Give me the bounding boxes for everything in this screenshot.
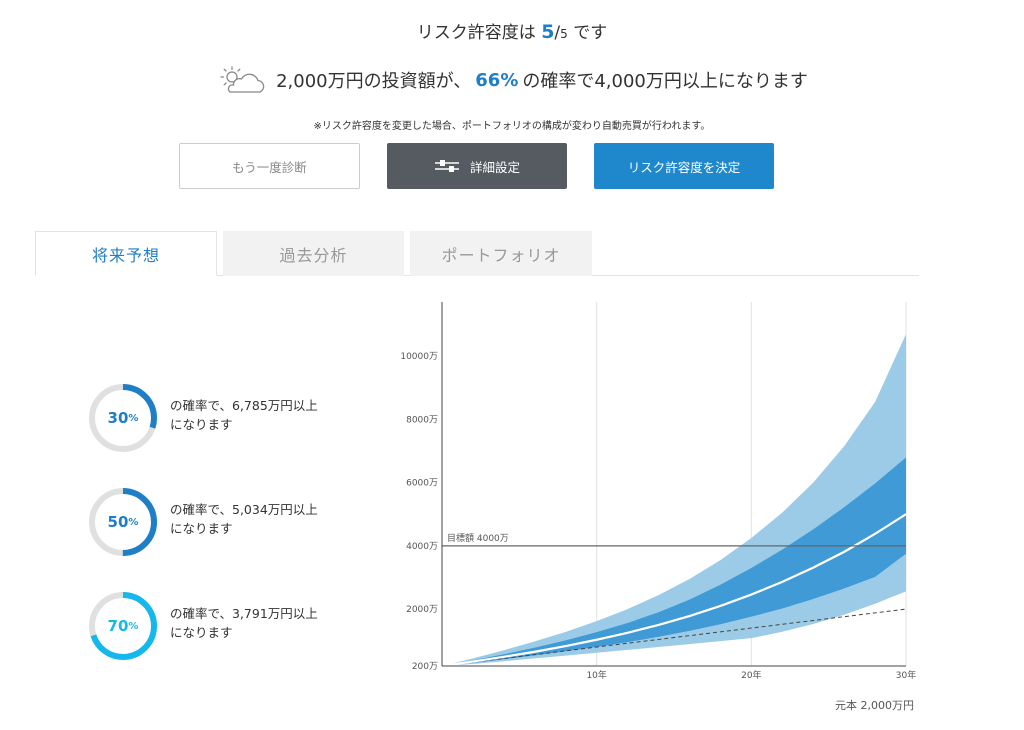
rediagnose-label: もう一度診断 bbox=[232, 159, 307, 175]
target-label: 目標額 4000万 bbox=[447, 532, 509, 544]
ring-percent-label: 70% bbox=[88, 591, 158, 661]
y-tick-label: 4000万 bbox=[406, 542, 438, 552]
ring-unit: % bbox=[128, 412, 139, 424]
risk-max: 5 bbox=[560, 27, 568, 41]
principal-footnote: 元本 2,000万円 bbox=[835, 698, 914, 712]
analysis-tabs: 将来予想 過去分析 ポートフォリオ bbox=[35, 231, 919, 276]
scenario-30: 30% の確率で、6,785万円以上 になります bbox=[88, 383, 368, 453]
scenario-line1: の確率で、3,791万円以上 bbox=[170, 606, 318, 621]
tab-portfolio[interactable]: ポートフォリオ bbox=[410, 231, 592, 276]
scenario-line2: になります bbox=[170, 417, 233, 432]
scenario-description: の確率で、6,785万円以上 になります bbox=[170, 396, 318, 434]
y-tick-label: 10000万 bbox=[400, 352, 438, 362]
scenario-line1: の確率で、6,785万円以上 bbox=[170, 398, 318, 413]
y-tick-label: 2000万 bbox=[406, 605, 438, 615]
ring-unit: % bbox=[128, 516, 139, 528]
risk-level: 5 bbox=[541, 21, 555, 43]
scenario-70: 70% の確率で、3,791万円以上 になります bbox=[88, 591, 368, 661]
y-tick-label: 6000万 bbox=[406, 479, 438, 489]
risk-prefix: リスク許容度は bbox=[416, 23, 542, 43]
y-tick-label: 8000万 bbox=[406, 415, 438, 425]
risk-tolerance-line: リスク許容度は 5/5 です bbox=[0, 18, 1024, 43]
detail-settings-label: 詳細設定 bbox=[469, 159, 520, 175]
x-tick-label: 10年 bbox=[586, 669, 606, 681]
ring-unit: % bbox=[128, 620, 139, 632]
scenario-line2: になります bbox=[170, 521, 233, 536]
y-tick-label: 200万 bbox=[412, 662, 438, 672]
partly-cloudy-icon bbox=[220, 66, 265, 93]
scenario-line1: の確率で、5,034万円以上 bbox=[170, 502, 318, 517]
decide-risk-button[interactable]: リスク許容度を決定 bbox=[594, 143, 774, 189]
forecast-chart: 目標額 4000万 200万 2000万 4000万 6000万 8000万 10000万 1… bbox=[400, 302, 916, 712]
forecast-headline: 2,000万円の投資額が、 66% の確率で4,000万円以上になります bbox=[0, 66, 1024, 94]
headline-prefix: 2,000万円の投資額が、 bbox=[276, 71, 472, 92]
tab-future-forecast[interactable]: 将来予想 bbox=[35, 231, 217, 276]
rediagnose-button[interactable]: もう一度診断 bbox=[179, 143, 360, 189]
ring-percent: 50 bbox=[107, 513, 129, 531]
risk-suffix: です bbox=[567, 23, 608, 43]
ring-percent: 70 bbox=[107, 617, 129, 635]
decide-risk-label: リスク許容度を決定 bbox=[627, 159, 741, 175]
scenario-50: 50% の確率で、5,034万円以上 になります bbox=[88, 487, 368, 557]
ring-percent: 30 bbox=[107, 409, 129, 427]
ring-percent-label: 50% bbox=[88, 487, 158, 557]
ring-percent-label: 30% bbox=[88, 383, 158, 453]
tab-past-analysis[interactable]: 過去分析 bbox=[223, 231, 404, 276]
sliders-icon bbox=[434, 160, 459, 172]
tab-future-label: 将来予想 bbox=[91, 245, 160, 265]
x-tick-label: 30年 bbox=[896, 669, 916, 681]
x-tick-label: 20年 bbox=[741, 669, 761, 681]
tab-past-label: 過去分析 bbox=[279, 245, 348, 265]
scenario-description: の確率で、3,791万円以上 になります bbox=[170, 604, 318, 642]
tab-portfolio-label: ポートフォリオ bbox=[441, 245, 561, 265]
scenario-description: の確率で、5,034万円以上 になります bbox=[170, 500, 318, 538]
headline-probability: 66% bbox=[475, 69, 519, 91]
detail-settings-button[interactable]: 詳細設定 bbox=[387, 143, 567, 189]
change-notice: ※リスク許容度を変更した場合、ポートフォリオの構成が変わり自動売買が行われます。 bbox=[313, 121, 711, 132]
scenario-line2: になります bbox=[170, 625, 233, 640]
headline-suffix: の確率で4,000万円以上になります bbox=[522, 71, 808, 92]
